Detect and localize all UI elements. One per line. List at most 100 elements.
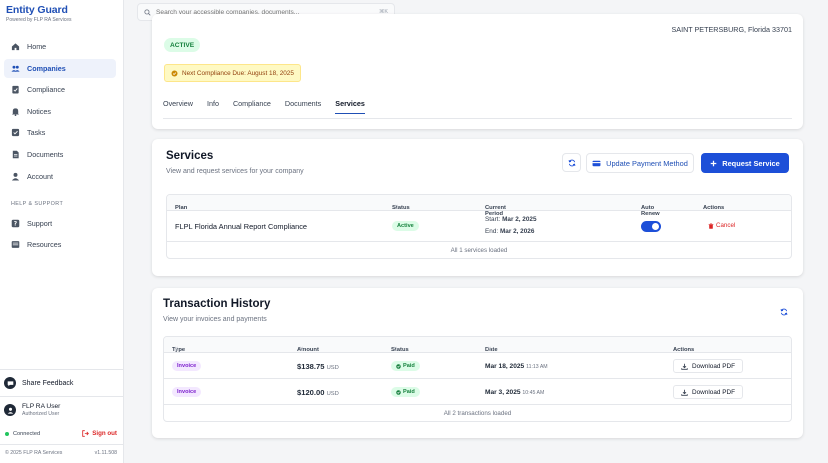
transactions-table: Type ⇅ Amount ⇅ Status ⇅ Date ⇅ Actions Invo… [163, 336, 792, 422]
services-title: Services [166, 150, 214, 162]
cancel-service-button[interactable]: Cancel [708, 222, 735, 229]
brand[interactable]: Entity Guard Powered by FLP RA Services [6, 4, 72, 23]
version: v1.11.508 [94, 450, 117, 456]
download-pdf-label: Download PDF [692, 388, 735, 396]
status-row: Connected Sign out [5, 430, 117, 437]
services-table: Plan Status ⇅ Current Period Auto Renew A… [166, 194, 792, 259]
trash-icon [708, 222, 714, 229]
compliance-due-text: Next Compliance Due: August 18, 2025 [182, 69, 294, 77]
services-table-header: Plan Status ⇅ Current Period Auto Renew A… [167, 195, 791, 217]
services-card: Services View and request services for y… [152, 139, 803, 276]
type-badge: Invoice [172, 387, 202, 397]
refresh-icon [780, 308, 787, 315]
refresh-transactions-button[interactable] [774, 302, 793, 321]
sidebar-item-label: Resources [27, 240, 62, 249]
tab-overview[interactable]: Overview [163, 99, 193, 114]
sidebar-item-notices[interactable]: Notices [4, 102, 116, 121]
tab-compliance[interactable]: Compliance [233, 99, 271, 114]
search-icon [144, 8, 151, 16]
sidebar-item-compliance[interactable]: Compliance [4, 80, 116, 99]
credit-card-icon [592, 160, 601, 166]
status-badge: Paid [391, 361, 420, 371]
sign-out-button[interactable]: Sign out [82, 430, 117, 437]
sidebar-item-label: Support [27, 219, 53, 228]
amount-value: $138.75 [297, 362, 325, 371]
request-service-button[interactable]: Request Service [701, 153, 789, 173]
chat-icon [4, 377, 16, 389]
download-icon [681, 389, 688, 396]
download-pdf-button[interactable]: Download PDF [673, 359, 743, 373]
period-start: Start: Mar 2, 2025 [485, 216, 537, 223]
divider [0, 444, 124, 445]
transaction-date: Mar 3, 2025 10:45 AM [485, 389, 544, 396]
status-label: Paid [403, 363, 415, 369]
divider [0, 396, 124, 397]
period-end-date: Mar 2, 2026 [499, 228, 535, 235]
sidebar-item-label: Account [27, 172, 53, 181]
check-circle-icon [396, 363, 401, 369]
type-badge: Invoice [172, 361, 202, 371]
transactions-table-header: Type ⇅ Amount ⇅ Status ⇅ Date ⇅ Actions [164, 337, 791, 353]
period-start-date: Mar 2, 2025 [502, 216, 537, 223]
transactions-title: Transaction History [163, 298, 271, 310]
period-end: End: Mar 2, 2026 [485, 228, 534, 235]
sidebar-item-tasks[interactable]: Tasks [4, 123, 116, 142]
amount-value: $120.00 [297, 388, 325, 397]
update-payment-method-button[interactable]: Update Payment Method [586, 153, 694, 173]
account-icon [11, 172, 20, 181]
sign-out-label: Sign out [92, 430, 117, 437]
sidebar-item-label: Compliance [27, 85, 65, 94]
sidebar-item-documents[interactable]: Documents [4, 145, 116, 164]
checkbox-icon [11, 128, 20, 137]
period-end-label: End: [485, 228, 499, 235]
tab-info[interactable]: Info [207, 99, 219, 114]
user-role: Authorized User [22, 411, 60, 417]
divider [0, 369, 124, 370]
sidebar-item-home[interactable]: Home [4, 37, 116, 56]
check-circle-icon [396, 389, 401, 395]
help-icon: ? [11, 219, 20, 228]
time-value: 10:45 AM [522, 390, 545, 396]
tab-documents[interactable]: Documents [285, 99, 321, 114]
transactions-subtitle: View your invoices and payments [163, 316, 267, 323]
refresh-services-button[interactable] [562, 153, 581, 172]
user-profile[interactable]: FLP RA User Authorized User [4, 403, 60, 417]
company-header-card: SAINT PETERSBURG, Florida 33701 ACTIVE N… [152, 14, 803, 129]
share-feedback-button[interactable]: Share Feedback [4, 377, 73, 389]
clipboard-check-icon [12, 85, 19, 94]
sidebar-item-companies[interactable]: Companies [4, 59, 116, 78]
users-icon [11, 65, 20, 72]
sidebar-item-account[interactable]: Account [4, 167, 116, 186]
amount: $120.00 USD [297, 388, 339, 397]
transaction-history-card: Transaction History View your invoices a… [152, 288, 803, 438]
table-row: Invoice $138.75 USD Paid Mar 18, 2025 11… [164, 353, 791, 379]
transaction-date: Mar 18, 2025 11:13 AM [485, 363, 548, 370]
services-table-footer: All 1 services loaded [450, 246, 508, 254]
download-icon [681, 363, 688, 370]
download-pdf-button[interactable]: Download PDF [673, 385, 743, 399]
currency: USD [326, 391, 339, 397]
document-icon [12, 150, 19, 159]
time-value: 11:13 AM [526, 364, 548, 370]
sidebar-item-label: Home [27, 42, 47, 51]
brand-title: Entity Guard [6, 4, 68, 16]
sign-out-icon [82, 430, 90, 437]
status-label: Paid [403, 389, 415, 395]
update-payment-method-label: Update Payment Method [606, 158, 688, 168]
sidebar-item-label: Notices [27, 107, 51, 116]
help-section-label: HELP & SUPPORT [11, 201, 64, 207]
sidebar-item-label: Tasks [27, 128, 46, 137]
sidebar: Entity Guard Powered by FLP RA Services … [0, 0, 124, 463]
table-row: Invoice $120.00 USD Paid Mar 3, 2025 10:… [164, 379, 791, 405]
sidebar-item-resources[interactable]: Resources [4, 235, 116, 254]
brand-subtitle: Powered by FLP RA Services [6, 17, 72, 23]
status-badge: Paid [391, 387, 420, 397]
amount: $138.75 USD [297, 362, 339, 371]
home-icon [11, 43, 20, 51]
refresh-icon [568, 159, 575, 166]
sidebar-item-support[interactable]: ? Support [4, 214, 116, 233]
copyright: © 2025 FLP RA Services [5, 450, 63, 456]
connection-status-label: Connected [13, 430, 41, 437]
auto-renew-toggle[interactable] [641, 221, 661, 232]
tab-services[interactable]: Services [335, 99, 365, 114]
